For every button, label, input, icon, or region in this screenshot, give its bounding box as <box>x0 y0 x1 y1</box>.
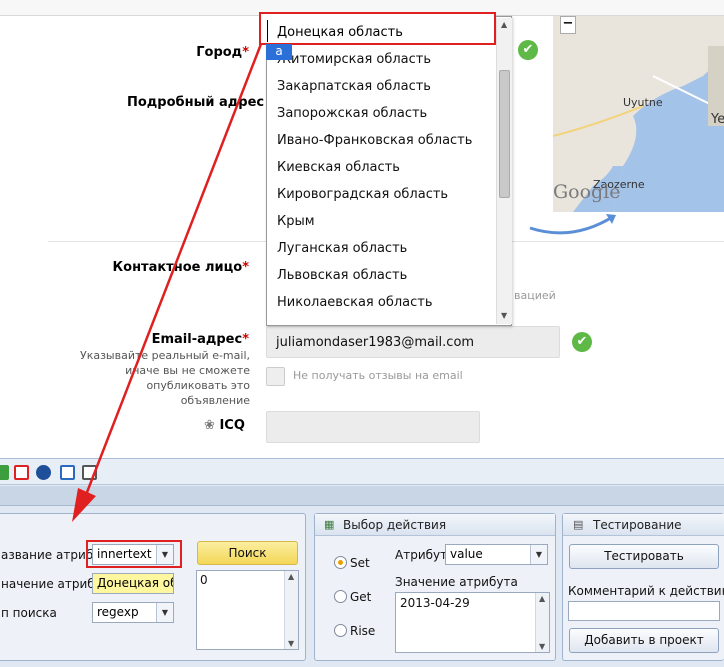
email-checkbox[interactable] <box>266 367 285 386</box>
test-window-icon: ▤ <box>573 518 584 531</box>
scroll-up-icon[interactable]: ▲ <box>539 594 545 603</box>
email-value: juliamondaser1983@mail.com <box>276 335 475 350</box>
attr-name-highlight <box>86 540 182 568</box>
action-attr-value-text: 2013-04-29 <box>400 596 470 610</box>
region-option[interactable]: Кировоградская область <box>277 187 448 202</box>
icq-field[interactable] <box>266 411 480 443</box>
action-group-header: ▦ Выбор действия <box>315 514 555 536</box>
map-zoom-out-button[interactable]: − <box>560 16 576 34</box>
add-to-project-button[interactable]: Добавить в проект <box>569 628 719 653</box>
region-option[interactable]: Киевская область <box>277 160 400 175</box>
scroll-down-icon[interactable]: ▼ <box>539 642 545 651</box>
chevron-down-icon[interactable]: ▼ <box>530 545 547 564</box>
region-dropdown-list[interactable]: Житомирская область Закарпатская область… <box>266 16 512 326</box>
action-grid-icon: ▦ <box>324 518 335 531</box>
scroll-down-icon[interactable]: ▼ <box>288 639 294 648</box>
partial-hint: вацией <box>514 289 556 302</box>
scroll-thumb[interactable] <box>499 70 510 198</box>
radio-rise[interactable] <box>334 624 347 637</box>
comment-input[interactable] <box>568 601 720 621</box>
region-option[interactable]: Николаевская область <box>277 295 433 310</box>
toolbar-icon-1[interactable] <box>0 465 9 480</box>
email-label: Email-адрес* <box>151 332 249 347</box>
search-results-list[interactable]: 0 ▲ ▼ <box>196 570 299 650</box>
search-type-combo[interactable]: regexp ▼ <box>92 602 174 623</box>
text-cursor <box>267 20 268 42</box>
action-group: ▦ Выбор действия Set Get Rise Атрибут va… <box>314 513 556 661</box>
email-hint: Указывайте реальный e-mail, иначе вы не … <box>80 349 250 407</box>
chevron-down-icon[interactable]: ▼ <box>156 603 173 622</box>
map-swoosh-icon <box>529 214 616 235</box>
test-button[interactable]: Тестировать <box>569 544 719 569</box>
region-option[interactable]: Запорожская область <box>277 106 427 121</box>
map-label-uyutne: Uyutne <box>623 96 663 109</box>
address-label: Подробный адрес <box>127 95 265 110</box>
scroll-up-icon[interactable]: ▲ <box>288 572 294 581</box>
contact-label: Контактное лицо* <box>112 260 249 275</box>
search-group: азвание атрибута innertext ▼ начение атр… <box>0 513 306 661</box>
map-label-ye: Ye <box>711 112 724 127</box>
google-logo: Google <box>553 181 621 203</box>
email-ok-icon: ✔ <box>572 332 592 352</box>
region-option[interactable]: Луганская область <box>277 241 407 256</box>
region-option[interactable]: Крым <box>277 214 315 229</box>
test-group-header: ▤ Тестирование <box>563 514 724 536</box>
region-option[interactable]: Ивано-Франковская область <box>277 133 472 148</box>
city-ok-icon: ✔ <box>518 40 538 60</box>
scroll-up-icon[interactable]: ▲ <box>501 20 507 29</box>
scroll-down-icon[interactable]: ▼ <box>501 311 507 320</box>
region-option[interactable]: Житомирская область <box>277 52 431 67</box>
action-attr-value-textarea[interactable]: 2013-04-29 ▲ ▼ <box>395 592 550 653</box>
region-option[interactable]: Львовская область <box>277 268 407 283</box>
icq-flower-icon: ❀ <box>204 418 215 433</box>
comment-label: Комментарий к действию: <box>568 584 724 598</box>
panel-header-bar <box>0 486 724 506</box>
toolbar <box>0 458 724 485</box>
dropdown-scrollbar[interactable]: ▲ ▼ <box>496 18 512 324</box>
map-widget[interactable]: − Uyutne Zaozerne Ye Google <box>553 16 724 212</box>
search-type-label: п поиска <box>1 606 57 620</box>
radio-rise-label: Rise <box>350 624 376 638</box>
email-checkbox-label: Не получать отзывы на email <box>293 369 463 382</box>
typed-letter-badge: а <box>266 44 292 60</box>
radio-get[interactable] <box>334 590 347 603</box>
attribute-label: Атрибут <box>395 548 448 562</box>
toolbar-icon-4[interactable] <box>60 465 75 480</box>
radio-set[interactable] <box>334 556 347 569</box>
icq-label: ❀ ICQ <box>204 418 245 433</box>
toolbar-icon-3[interactable] <box>36 465 51 480</box>
attribute-combo[interactable]: value ▼ <box>445 544 548 565</box>
search-button[interactable]: Поиск <box>197 541 298 565</box>
test-group: ▤ Тестирование Тестировать Комментарий к… <box>562 513 724 661</box>
web-page: Город* Подробный адрес ✔ − Uyutne Zaozer… <box>0 0 724 458</box>
region-selected-option[interactable]: Донецкая область <box>259 12 496 45</box>
radio-get-label: Get <box>350 590 372 604</box>
textarea-scrollbar[interactable]: ▲ ▼ <box>535 593 549 652</box>
city-label: Город* <box>196 45 249 60</box>
radio-set-label: Set <box>350 556 370 570</box>
search-result-item[interactable]: 0 <box>200 573 208 587</box>
toolbar-icon-2[interactable] <box>14 465 29 480</box>
action-attr-value-label: Значение атрибута <box>395 575 518 589</box>
attr-value-input[interactable]: Донецкая обла <box>92 573 174 594</box>
region-option[interactable]: Закарпатская область <box>277 79 431 94</box>
toolbar-icon-5[interactable] <box>82 465 97 480</box>
results-scrollbar[interactable]: ▲ ▼ <box>284 571 298 649</box>
